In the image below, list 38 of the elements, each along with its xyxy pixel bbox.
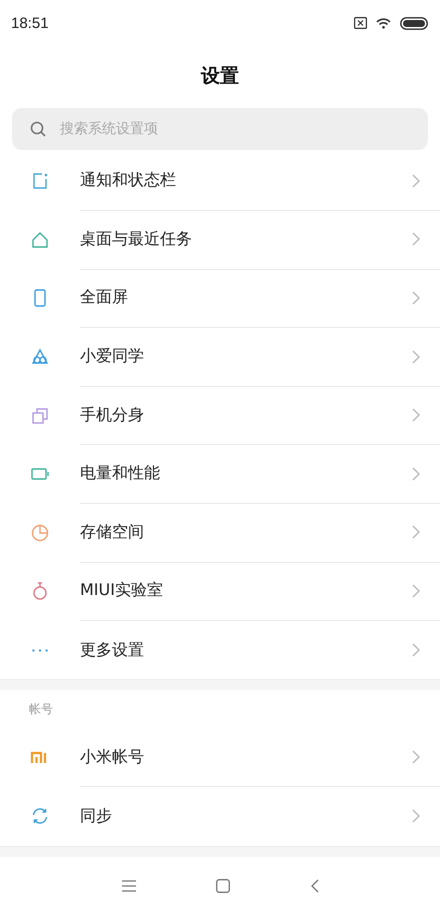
status-time: 18:51: [11, 14, 49, 32]
settings-item[interactable]: 小爱同学: [0, 328, 440, 386]
chevron-right-icon: [412, 750, 420, 764]
chevron-right-icon: [412, 643, 420, 658]
settings-item[interactable]: 全面屏: [0, 269, 440, 328]
pie-chart-icon: [30, 522, 50, 543]
back-icon[interactable]: [310, 879, 318, 894]
chevron-right-icon: [412, 174, 420, 188]
chevron-right-icon: [412, 350, 420, 364]
settings-item[interactable]: 手机分身: [0, 386, 440, 445]
settings-item[interactable]: 电量和性能: [0, 444, 440, 504]
page-title: 设置: [201, 64, 239, 89]
chevron-right-icon: [412, 525, 420, 540]
search-icon: [30, 121, 46, 137]
settings-item[interactable]: 同步: [0, 786, 440, 846]
settings-item[interactable]: 更多设置: [0, 620, 440, 680]
chevron-right-icon: [412, 232, 420, 246]
chevron-right-icon: [412, 408, 420, 422]
settings-item[interactable]: 桌面与最近任务: [0, 210, 440, 270]
settings-item[interactable]: 通知和状态栏: [0, 152, 440, 211]
chevron-right-icon: [412, 809, 420, 824]
chevron-right-icon: [412, 290, 420, 305]
more-icon: [32, 648, 48, 652]
wifi-icon: [376, 18, 391, 28]
chevron-right-icon: [412, 584, 420, 598]
battery-icon: [400, 16, 428, 30]
clone-icon: [30, 406, 50, 426]
section-header: 帐号: [29, 700, 53, 718]
chevron-right-icon: [412, 466, 420, 481]
menu-icon[interactable]: [122, 880, 136, 892]
search-field[interactable]: 搜索系统设置项: [12, 108, 428, 150]
settings-item[interactable]: 存储空间: [0, 504, 440, 562]
sync-icon: [30, 806, 50, 826]
home-button-icon[interactable]: [216, 879, 230, 894]
settings-item[interactable]: MIUI实验室: [0, 562, 440, 621]
settings-item[interactable]: 小米帐号: [0, 728, 440, 787]
no-sim-icon: [354, 17, 367, 29]
home-icon: [30, 230, 50, 250]
